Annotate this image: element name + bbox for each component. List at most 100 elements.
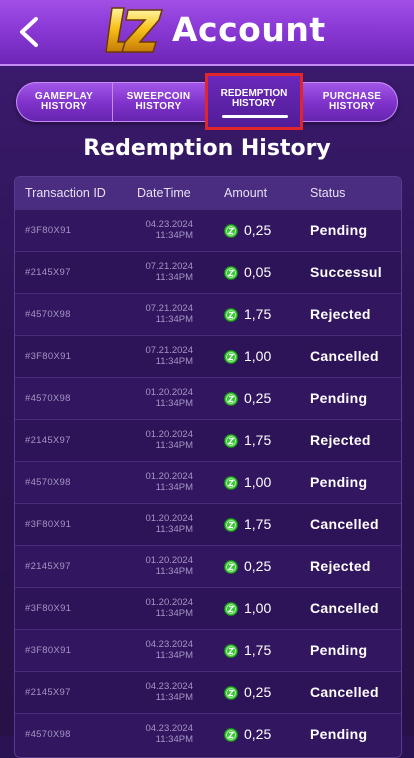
- amount-value: 0,25: [244, 390, 272, 406]
- sweep-coin-icon: [224, 602, 238, 616]
- column-header-amount: Amount: [224, 186, 268, 200]
- table-row: #4570X98 04.23.2024 11:34PM 0,25 Pending: [15, 713, 401, 756]
- column-header-transaction-id: Transaction ID: [25, 186, 106, 200]
- tab-redemption-history[interactable]: REDEMPTION HISTORY: [205, 73, 303, 130]
- table-row: #4570X98 01.20.2024 11:34PM 1,00 Pending: [15, 461, 401, 504]
- sweep-coin-icon: [224, 518, 238, 532]
- column-header-status: Status: [310, 186, 346, 200]
- amount-value: 1,75: [244, 306, 272, 322]
- table-row: #3F80X91 01.20.2024 11:34PM 1,00 Cancelled: [15, 587, 401, 630]
- time: 11:34PM: [155, 272, 193, 283]
- status-label: Pending: [310, 474, 368, 490]
- time: 11:34PM: [155, 230, 193, 241]
- table-row: #3F80X91 04.23.2024 11:34PM 1,75 Pending: [15, 629, 401, 672]
- status-label: Successul: [310, 264, 382, 280]
- datetime: 01.20.2024 11:34PM: [127, 555, 193, 577]
- status-label: Cancelled: [310, 516, 379, 532]
- time: 11:34PM: [155, 608, 193, 619]
- time: 11:34PM: [155, 440, 193, 451]
- tab-sweepcoin-history[interactable]: SWEEPCOIN HISTORY: [112, 82, 206, 122]
- date: 04.23.2024: [145, 723, 193, 734]
- date: 04.23.2024: [145, 639, 193, 650]
- datetime: 01.20.2024 11:34PM: [127, 387, 193, 409]
- date: 04.23.2024: [145, 219, 193, 230]
- transaction-id: #3F80X91: [25, 225, 72, 236]
- datetime: 01.20.2024 11:34PM: [127, 597, 193, 619]
- date: 01.20.2024: [145, 555, 193, 566]
- datetime: 01.20.2024 11:34PM: [127, 513, 193, 535]
- time: 11:34PM: [155, 566, 193, 577]
- amount-value: 1,00: [244, 474, 272, 490]
- transaction-id: #4570X98: [25, 729, 71, 740]
- transaction-id: #2145X97: [25, 687, 71, 698]
- datetime: 04.23.2024 11:34PM: [127, 219, 193, 241]
- datetime: 04.23.2024 11:34PM: [127, 723, 193, 745]
- tab-purchase-history[interactable]: PURCHASE HISTORY: [306, 82, 398, 122]
- redemption-table[interactable]: Transaction ID DateTime Amount Status #3…: [14, 176, 402, 758]
- brand-logo: [105, 7, 164, 53]
- transaction-id: #2145X97: [25, 561, 71, 572]
- time: 11:34PM: [155, 398, 193, 409]
- page-title: Account: [172, 10, 326, 49]
- date: 07.21.2024: [145, 261, 193, 272]
- transaction-id: #3F80X91: [25, 603, 72, 614]
- back-icon[interactable]: [16, 15, 42, 49]
- datetime: 07.21.2024 11:34PM: [127, 303, 193, 325]
- table-row: #2145X97 01.20.2024 11:34PM 0,25 Rejected: [15, 545, 401, 588]
- section-title: Redemption History: [83, 136, 331, 161]
- date: 07.21.2024: [145, 303, 193, 314]
- transaction-id: #2145X97: [25, 267, 71, 278]
- time: 11:34PM: [155, 692, 193, 703]
- sweep-coin-icon: [224, 560, 238, 574]
- status-label: Pending: [310, 726, 368, 742]
- sweep-coin-icon: [224, 392, 238, 406]
- active-tab-indicator: [222, 115, 288, 118]
- sweep-coin-icon: [224, 434, 238, 448]
- app-header: Account: [0, 0, 414, 66]
- status-label: Cancelled: [310, 600, 379, 616]
- sweep-coin-icon: [224, 266, 238, 280]
- amount-value: 0,25: [244, 222, 272, 238]
- status-label: Pending: [310, 390, 368, 406]
- time: 11:34PM: [155, 356, 193, 367]
- transaction-id: #4570X98: [25, 477, 71, 488]
- table-row: #2145X97 07.21.2024 11:34PM 0,05 Successul: [15, 251, 401, 294]
- datetime: 07.21.2024 11:34PM: [127, 345, 193, 367]
- sweep-coin-icon: [224, 476, 238, 490]
- sweep-coin-icon: [224, 350, 238, 364]
- sweep-coin-icon: [224, 308, 238, 322]
- status-label: Rejected: [310, 432, 371, 448]
- table-row: #3F80X91 07.21.2024 11:34PM 1,00 Cancelled: [15, 335, 401, 378]
- status-label: Pending: [310, 642, 368, 658]
- time: 11:34PM: [155, 650, 193, 661]
- tab-label: GAMEPLAY HISTORY: [34, 91, 94, 112]
- table-row: #3F80X91 04.23.2024 11:34PM 0,25 Pending: [15, 209, 401, 252]
- tab-label: SWEEPCOIN HISTORY: [126, 91, 191, 112]
- amount-value: 1,75: [244, 432, 272, 448]
- date: 01.20.2024: [145, 597, 193, 608]
- date: 01.20.2024: [145, 429, 193, 440]
- table-row: #3F80X91 01.20.2024 11:34PM 1,75 Cancelled: [15, 503, 401, 546]
- status-label: Cancelled: [310, 684, 379, 700]
- sweep-coin-icon: [224, 728, 238, 742]
- column-header-datetime: DateTime: [137, 186, 191, 200]
- date: 01.20.2024: [145, 387, 193, 398]
- datetime: 01.20.2024 11:34PM: [127, 471, 193, 493]
- table-row: #2145X97 01.20.2024 11:34PM 1,75 Rejected: [15, 419, 401, 462]
- table-row: #2145X97 04.23.2024 11:34PM 0,25 Cancelled: [15, 671, 401, 714]
- sweep-coin-icon: [224, 686, 238, 700]
- transaction-id: #3F80X91: [25, 351, 72, 362]
- transaction-id: #4570X98: [25, 393, 71, 404]
- datetime: 04.23.2024 11:34PM: [127, 639, 193, 661]
- status-label: Pending: [310, 222, 368, 238]
- amount-value: 1,00: [244, 348, 272, 364]
- transaction-id: #3F80X91: [25, 645, 72, 656]
- status-label: Cancelled: [310, 348, 379, 364]
- date: 01.20.2024: [145, 471, 193, 482]
- time: 11:34PM: [155, 482, 193, 493]
- status-label: Rejected: [310, 306, 371, 322]
- date: 07.21.2024: [145, 345, 193, 356]
- datetime: 07.21.2024 11:34PM: [127, 261, 193, 283]
- transaction-id: #3F80X91: [25, 519, 72, 530]
- tab-gameplay-history[interactable]: GAMEPLAY HISTORY: [16, 82, 113, 122]
